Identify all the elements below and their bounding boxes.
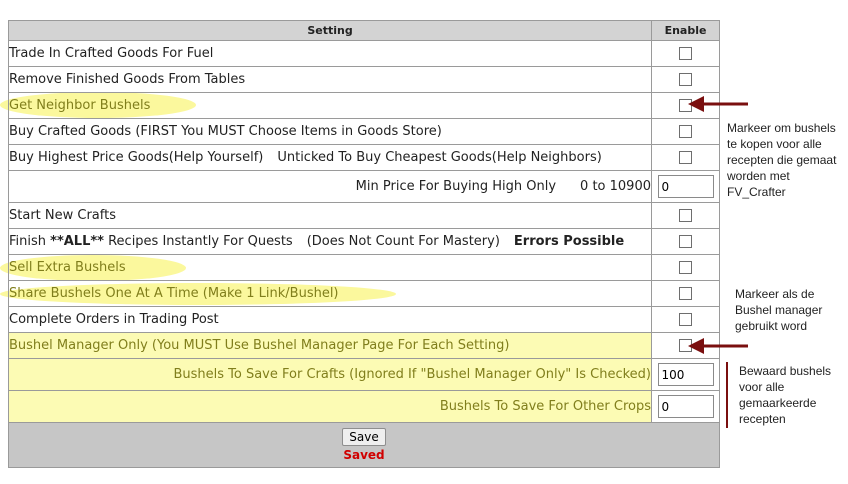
row-sell-extra: Sell Extra Bushels (8, 254, 720, 281)
label-bushel-manager-only: Bushel Manager Only (You MUST Use Bushel… (9, 338, 510, 353)
settings-table: Setting Enable Trade In Crafted Goods Fo… (8, 20, 720, 468)
bushels-crafts-input[interactable] (657, 363, 714, 386)
saved-status: Saved (343, 448, 385, 462)
label-errors-possible: Errors Possible (513, 234, 625, 249)
label-bushels-other: Bushels To Save For Other Crops (439, 399, 651, 414)
row-min-price: Min Price For Buying High Only 0 to 10900 (8, 170, 720, 203)
checkbox-finish-all[interactable] (679, 235, 692, 248)
note-line: Markeer als de (735, 287, 815, 301)
note-line: recepten (739, 412, 786, 426)
note-line: voor alle (739, 380, 785, 394)
min-price-range: 0 to 10900 (580, 179, 651, 194)
label-finish-mid: Recipes Instantly For Quests (103, 234, 293, 249)
row-get-neighbor-bushels: Get Neighbor Bushels (8, 92, 720, 119)
header-enable: Enable (651, 20, 720, 41)
label-complete-orders: Complete Orders in Trading Post (9, 312, 219, 327)
checkbox-complete-orders[interactable] (679, 313, 692, 326)
save-button[interactable]: Save (342, 428, 386, 446)
row-complete-orders: Complete Orders in Trading Post (8, 306, 720, 333)
note-line: Markeer om bushels (727, 121, 836, 135)
row-trade-in: Trade In Crafted Goods For Fuel (8, 40, 720, 67)
label-start-new: Start New Crafts (9, 208, 116, 223)
arrow-left-icon (688, 338, 748, 354)
row-share-bushels: Share Bushels One At A Time (Make 1 Link… (8, 280, 720, 307)
note-buy-bushels: Markeer om bushels te kopen voor alle re… (727, 120, 836, 200)
note-bushel-manager: Markeer als de Bushel manager gebruikt w… (735, 286, 822, 334)
row-buy-highest: Buy Highest Price Goods(Help Yourself) Un… (8, 144, 720, 171)
row-bushels-other: Bushels To Save For Other Crops (8, 390, 720, 423)
note-line: te kopen voor alle (727, 137, 822, 151)
label-finish-note: (Does Not Count For Mastery) (306, 234, 500, 249)
row-start-new: Start New Crafts (8, 202, 720, 229)
checkbox-buy-crafted[interactable] (679, 125, 692, 138)
label-buy-highest: Buy Highest Price Goods(Help Yourself) (9, 150, 264, 165)
row-bushels-crafts: Bushels To Save For Crafts (Ignored If "… (8, 358, 720, 391)
label-share-bushels: Share Bushels One At A Time (Make 1 Link… (9, 286, 339, 301)
note-saved-bushels: Bewaard bushels voor alle gemaarkeerde r… (739, 363, 831, 427)
note-line: Bushel manager (735, 303, 823, 317)
row-finish-all: Finish **ALL** Recipes Instantly For Que… (8, 228, 720, 255)
header-setting: Setting (8, 20, 652, 41)
table-header-row: Setting Enable (8, 20, 720, 41)
label-finish-all-bold: **ALL** (50, 234, 104, 249)
checkbox-remove-finished[interactable] (679, 73, 692, 86)
checkbox-trade-in[interactable] (679, 47, 692, 60)
row-buy-crafted: Buy Crafted Goods (FIRST You MUST Choose… (8, 118, 720, 145)
row-bushel-manager-only: Bushel Manager Only (You MUST Use Bushel… (8, 332, 720, 359)
label-bushels-crafts: Bushels To Save For Crafts (Ignored If "… (173, 367, 651, 382)
note-line: worden met (727, 169, 790, 183)
label-min-price: Min Price For Buying High Only (355, 179, 557, 194)
row-remove-finished: Remove Finished Goods From Tables (8, 66, 720, 93)
note-line: recepten die gemaat (727, 153, 837, 167)
label-buy-cheapest: Unticked To Buy Cheapest Goods(Help Neig… (277, 150, 602, 165)
label-finish-pre: Finish (9, 234, 51, 249)
note-line: FV_Crafter (727, 185, 786, 199)
label-sell-extra: Sell Extra Bushels (9, 260, 126, 275)
row-save: Save Saved (8, 422, 720, 468)
checkbox-share-bushels[interactable] (679, 287, 692, 300)
note-line: gebruikt word (735, 319, 808, 333)
bushels-other-input[interactable] (657, 395, 714, 418)
checkbox-buy-highest[interactable] (679, 151, 692, 164)
arrow-left-icon (688, 96, 748, 112)
checkbox-sell-extra[interactable] (679, 261, 692, 274)
label-buy-crafted: Buy Crafted Goods (FIRST You MUST Choose… (9, 124, 442, 139)
note-line: gemaarkeerde (739, 396, 817, 410)
min-price-input[interactable] (657, 175, 714, 198)
label-get-neighbor-bushels: Get Neighbor Bushels (9, 98, 151, 113)
note-line: Bewaard bushels (739, 364, 832, 378)
label-trade-in: Trade In Crafted Goods For Fuel (9, 46, 214, 61)
label-remove-finished: Remove Finished Goods From Tables (9, 72, 246, 87)
bracket-line (726, 362, 728, 428)
checkbox-start-new[interactable] (679, 209, 692, 222)
